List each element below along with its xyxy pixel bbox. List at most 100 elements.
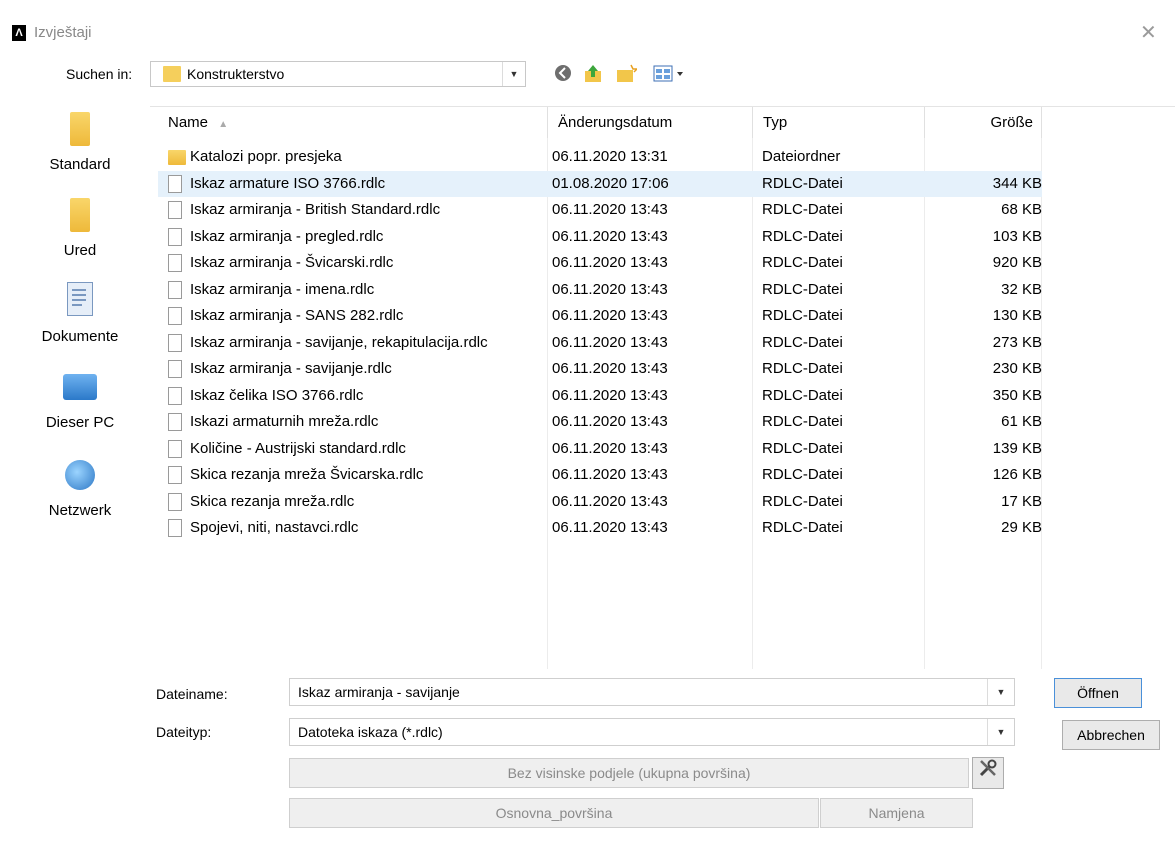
place-netzwerk[interactable]: Netzwerk (30, 452, 130, 524)
file-size: 920 KB (992, 254, 1042, 271)
column-header-name[interactable]: Name ▲ (158, 107, 548, 138)
file-name: Iskaz armiranja - savijanje, rekapitulac… (190, 333, 488, 351)
file-icon (168, 333, 182, 352)
table-row[interactable]: Spojevi, niti, nastavci.rdlc 06.11.2020 1… (158, 515, 1042, 541)
file-type: RDLC-Datei (762, 280, 843, 298)
file-date: 06.11.2020 13:43 (552, 201, 668, 218)
tools-icon[interactable] (972, 757, 1004, 789)
table-row[interactable]: Iskaz čelika ISO 3766.rdlc 06.11.2020 13:… (158, 383, 1042, 409)
column-header-size[interactable]: Größe (925, 107, 1042, 138)
file-type: RDLC-Datei (762, 254, 843, 271)
file-icon (168, 386, 182, 405)
place-ured[interactable]: Ured (30, 194, 130, 264)
table-row[interactable]: Iskazi armaturnih mreža.rdlc 06.11.2020 1… (158, 409, 1042, 435)
chevron-down-icon[interactable]: ▼ (987, 719, 1014, 745)
table-row[interactable]: Skica rezanja mreža Švicarska.rdlc 06.11.… (158, 462, 1042, 488)
file-type: RDLC-Datei (762, 413, 843, 430)
folder-icon (70, 198, 90, 232)
file-icon (168, 201, 182, 219)
file-icon (168, 413, 182, 431)
sort-up-icon: ▲ (218, 119, 229, 130)
file-type: RDLC-Datei (762, 307, 843, 324)
column-header-type[interactable]: Typ (753, 107, 925, 138)
file-name: Skica rezanja mreža Švicarska.rdlc (190, 466, 424, 483)
file-type: RDLC-Datei (762, 333, 843, 351)
file-name: Iskaz armiranja - British Standard.rdlc (190, 201, 441, 218)
file-type: RDLC-Datei (762, 386, 843, 404)
filename-field[interactable]: Iskaz armiranja - savijanje ▼ (289, 678, 1015, 706)
file-type: Dateiordner (762, 148, 841, 165)
file-date: 06.11.2020 13:43 (552, 492, 668, 510)
network-icon (65, 460, 95, 490)
place-dieser-pc[interactable]: Dieser PC (30, 366, 130, 436)
filename-label: Dateiname: (156, 686, 228, 702)
folder-icon (163, 66, 181, 82)
file-name: Iskaz armiranja - savijanje.rdlc (190, 360, 392, 377)
file-size: 29 KB (1001, 519, 1042, 536)
file-type: RDLC-Datei (762, 201, 843, 218)
file-icon (168, 227, 182, 246)
file-size: 350 KB (992, 386, 1042, 404)
place-label: Dokumente (41, 328, 119, 345)
file-icon (168, 466, 182, 484)
up-folder-icon[interactable] (583, 64, 607, 86)
open-button[interactable]: Öffnen (1054, 678, 1142, 708)
file-icon (168, 174, 182, 193)
place-standard[interactable]: Standard (30, 108, 130, 178)
look-in-label: Suchen in: (66, 66, 133, 82)
file-name: Iskaz armiranja - Švicarski.rdlc (190, 254, 394, 271)
chevron-down-icon[interactable]: ▼ (502, 62, 525, 86)
file-date: 01.08.2020 17:06 (552, 174, 669, 192)
file-icon (168, 280, 182, 299)
table-row[interactable]: Katalozi popr. presjeka 06.11.2020 13:31 D… (158, 144, 1042, 170)
file-date: 06.11.2020 13:43 (552, 386, 668, 404)
table-row[interactable]: Iskaz armiranja - pregled.rdlc 06.11.2020… (158, 224, 1042, 250)
file-name: Skica rezanja mreža.rdlc (190, 492, 355, 510)
table-row[interactable]: Iskaz armiranja - savijanje.rdlc 06.11.20… (158, 356, 1042, 382)
chevron-down-icon[interactable]: ▼ (987, 679, 1014, 705)
view-menu-icon[interactable] (653, 64, 687, 86)
table-row[interactable]: Količine - Austrijski standard.rdlc 06.11… (158, 436, 1042, 462)
file-name: Količine - Austrijski standard.rdlc (190, 439, 406, 457)
window-title: Izvještaji (34, 24, 92, 41)
file-list[interactable]: Name ▲ Änderungsdatum Typ Größe Katalozi… (150, 106, 1175, 669)
table-row[interactable]: Skica rezanja mreža.rdlc 06.11.2020 13:43… (158, 489, 1042, 515)
file-name: Iskaz čelika ISO 3766.rdlc (190, 386, 364, 404)
height-division-button[interactable]: Bez visinske podjele (ukupna površina) (289, 758, 969, 788)
file-date: 06.11.2020 13:43 (552, 466, 668, 483)
file-type: RDLC-Datei (762, 439, 843, 457)
file-name: Katalozi popr. presjeka (190, 148, 342, 165)
file-name: Iskaz armiranja - imena.rdlc (190, 280, 375, 298)
new-folder-icon[interactable] (615, 64, 639, 86)
file-type: RDLC-Datei (762, 492, 843, 510)
column-header-date[interactable]: Änderungsdatum (548, 107, 753, 138)
file-date: 06.11.2020 13:43 (552, 519, 668, 536)
file-date: 06.11.2020 13:43 (552, 413, 668, 430)
table-row[interactable]: Iskaz armiranja - British Standard.rdlc 0… (158, 197, 1042, 223)
place-dokumente[interactable]: Dokumente (30, 278, 130, 350)
back-icon[interactable] (554, 64, 576, 86)
file-date: 06.11.2020 13:43 (552, 227, 668, 245)
table-row[interactable]: Iskaz armiranja - savijanje, rekapitulac… (158, 330, 1042, 356)
table-row[interactable]: Iskaz armature ISO 3766.rdlc 01.08.2020 1… (158, 170, 1042, 197)
base-area-button[interactable]: Osnovna_površina (289, 798, 819, 828)
purpose-button[interactable]: Namjena (820, 798, 973, 828)
look-in-dropdown[interactable]: Konstrukterstvo ▼ (150, 61, 526, 87)
place-label: Ured (63, 242, 97, 259)
table-row[interactable]: Iskaz armiranja - Švicarski.rdlc 06.11.20… (158, 250, 1042, 276)
app-logo-icon: Λ (12, 25, 26, 41)
table-row[interactable]: Iskaz armiranja - SANS 282.rdlc 06.11.202… (158, 303, 1042, 329)
file-size: 103 KB (992, 227, 1042, 245)
file-date: 06.11.2020 13:43 (552, 439, 668, 457)
close-icon[interactable]: ✕ (1140, 20, 1157, 45)
place-label: Standard (49, 156, 111, 173)
file-type: RDLC-Datei (762, 227, 843, 245)
file-date: 06.11.2020 13:43 (552, 307, 668, 324)
filetype-dropdown[interactable]: Datoteka iskaza (*.rdlc) ▼ (289, 718, 1015, 746)
file-size (933, 144, 1042, 170)
table-row[interactable]: Iskaz armiranja - imena.rdlc 06.11.2020 1… (158, 277, 1042, 303)
file-date: 06.11.2020 13:31 (552, 148, 668, 165)
file-date: 06.11.2020 13:43 (552, 333, 668, 351)
cancel-button[interactable]: Abbrechen (1062, 720, 1160, 750)
file-icon (168, 360, 182, 378)
